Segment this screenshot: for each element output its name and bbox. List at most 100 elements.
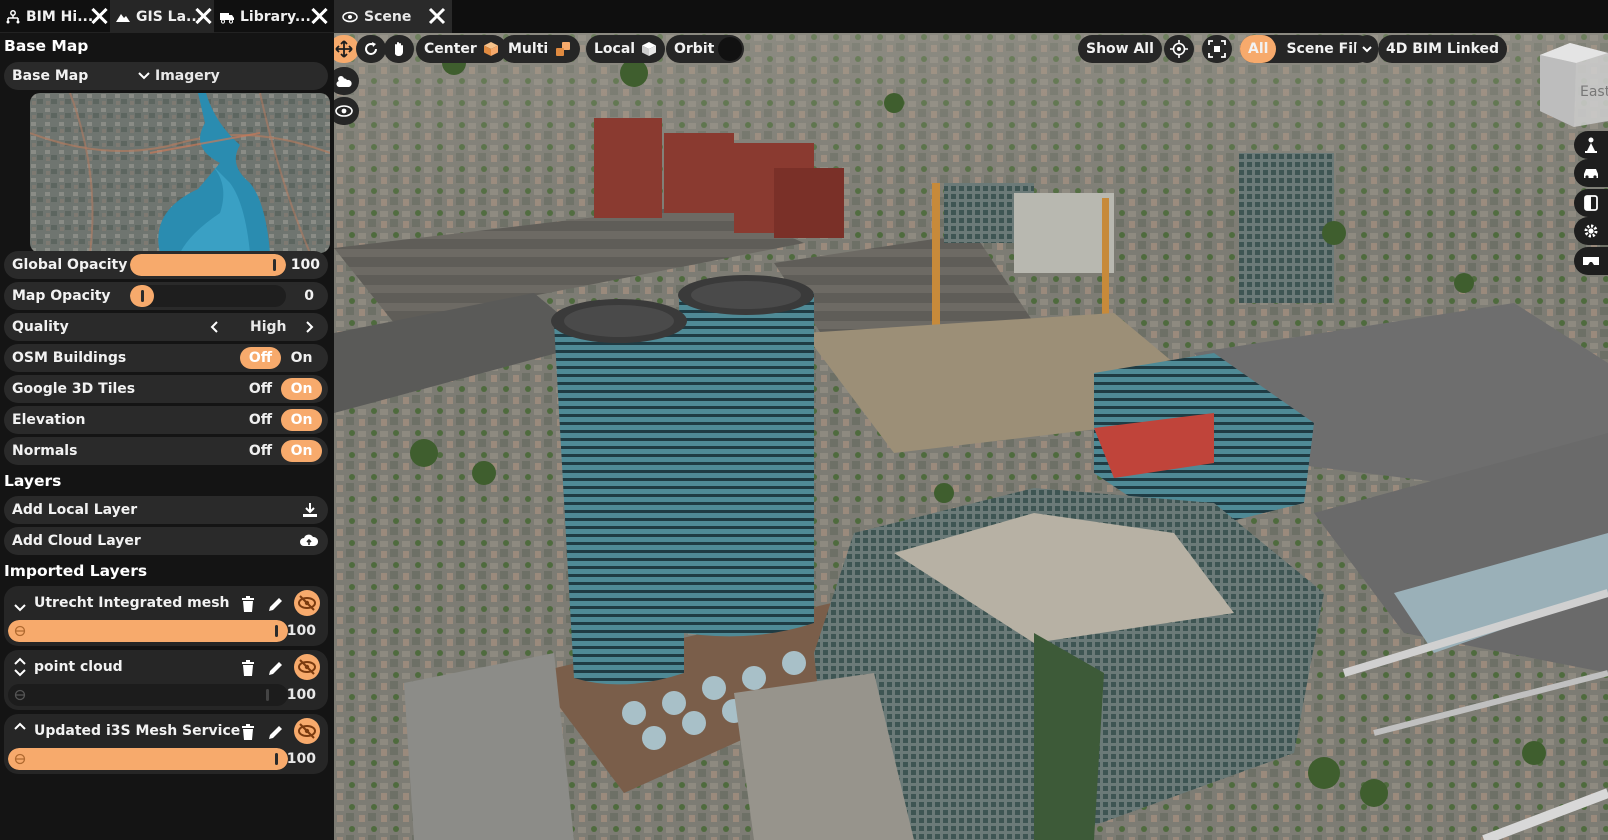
normals-toggle[interactable]: Off On [240, 440, 322, 462]
add-cloud-layer-button[interactable]: Add Cloud Layer [4, 527, 328, 555]
layer-opacity-value: 100 [286, 687, 316, 703]
toggle-off[interactable]: Off [240, 347, 281, 369]
map-opacity-label: Map Opacity [12, 288, 111, 304]
chevron-updown-icon[interactable] [12, 656, 28, 678]
slider-handle[interactable] [275, 753, 278, 765]
chevron-down-icon [138, 72, 150, 80]
slider-handle[interactable] [266, 689, 269, 701]
tab-library[interactable]: Library... [214, 0, 330, 33]
eye-off-icon [298, 595, 316, 611]
bim-linked-button[interactable]: 4D BIM Linked [1378, 35, 1508, 63]
global-opacity-slider[interactable] [130, 254, 286, 276]
close-icon[interactable] [194, 7, 212, 25]
chevron-up-icon[interactable] [12, 720, 28, 742]
multi-label: Multi [508, 41, 549, 57]
imported-layer-card: Updated i3S Mesh Service 100 [4, 714, 328, 774]
layers-title: Layers [4, 472, 62, 490]
quality-label: Quality [12, 319, 69, 335]
tab-label: BIM Hi... [26, 8, 94, 25]
tab-bim-hierarchy[interactable]: BIM Hi... [0, 0, 110, 33]
filter-all-button[interactable]: All [1240, 35, 1277, 63]
map-opacity-value: 0 [304, 288, 314, 304]
orbit-toggle[interactable]: Orbit [666, 35, 744, 63]
elevation-row: Elevation Off On [4, 406, 328, 434]
toggle-on[interactable]: On [281, 409, 322, 431]
layer-opacity-slider[interactable] [8, 684, 288, 706]
visibility-toggle[interactable] [294, 718, 320, 744]
hand-tool-button[interactable] [384, 35, 414, 63]
pedestrian-view-button[interactable] [1574, 131, 1608, 159]
visibility-toggle[interactable] [294, 590, 320, 616]
local-button[interactable]: Local [586, 35, 666, 63]
trash-icon[interactable] [238, 594, 258, 614]
multi-button[interactable]: Multi [500, 35, 581, 63]
trash-icon[interactable] [238, 722, 258, 742]
chevron-right-icon[interactable] [304, 321, 314, 333]
drive-mode-button[interactable] [1574, 159, 1608, 187]
toggle-off[interactable]: Off [240, 440, 281, 462]
base-map-title: Base Map [4, 37, 89, 55]
settings-button[interactable] [1574, 217, 1608, 245]
vr-mode-button[interactable] [1574, 247, 1608, 275]
visibility-toggle[interactable] [294, 654, 320, 680]
close-icon[interactable] [428, 7, 446, 25]
show-all-button[interactable]: Show All [1078, 35, 1162, 63]
scene-filter-dropdown[interactable] [1356, 35, 1378, 63]
slider-handle[interactable] [141, 290, 144, 302]
pencil-icon[interactable] [266, 722, 286, 742]
toggle-on[interactable]: On [281, 440, 322, 462]
google-3d-tiles-label: Google 3D Tiles [12, 381, 136, 397]
add-local-layer-button[interactable]: Add Local Layer [4, 496, 328, 524]
library-truck-icon [220, 12, 234, 24]
tab-scene[interactable]: Scene [334, 0, 452, 33]
fit-view-button[interactable] [1202, 35, 1232, 63]
add-local-layer-label: Add Local Layer [12, 502, 138, 518]
cloud-sun-icon [336, 76, 352, 87]
base-map-label: Base Map [12, 68, 89, 84]
scene-tabbar: Scene [334, 0, 1608, 33]
terrain-icon [116, 13, 130, 22]
locate-button[interactable] [1164, 35, 1194, 63]
scene-filter-group: All Scene Filter [1240, 35, 1381, 63]
base-map-preview[interactable] [30, 93, 330, 253]
close-icon[interactable] [90, 7, 108, 25]
section-view-button[interactable] [1574, 189, 1608, 217]
osm-buildings-label: OSM Buildings [12, 350, 127, 366]
pencil-icon[interactable] [266, 658, 286, 678]
elevation-toggle[interactable]: Off On [240, 409, 322, 431]
google-3d-tiles-row: Google 3D Tiles Off On [4, 375, 328, 403]
rotate-button[interactable] [356, 35, 386, 63]
tab-gis-layers[interactable]: GIS La... [110, 0, 214, 33]
orbit-switch-knob[interactable] [718, 37, 742, 61]
chevron-down-icon [1362, 46, 1372, 53]
toggle-off[interactable]: Off [240, 409, 281, 431]
scene-3d-render[interactable] [334, 33, 1608, 840]
map-opacity-slider[interactable] [130, 285, 286, 307]
toggle-on[interactable]: On [281, 378, 322, 400]
normals-label: Normals [12, 443, 78, 459]
chevron-left-icon[interactable] [210, 321, 220, 333]
toggle-on[interactable]: On [281, 347, 322, 369]
scene-viewport[interactable]: Center Multi Local Orbit Show All All Sc… [334, 33, 1608, 840]
slider-fill [8, 748, 288, 770]
pencil-icon[interactable] [266, 594, 286, 614]
google-3d-tiles-toggle[interactable]: Off On [240, 378, 322, 400]
nav-cube-face-label: East [1580, 84, 1608, 100]
slider-handle[interactable] [273, 259, 276, 271]
panel-tabbar: BIM Hi... GIS La... Library... [0, 0, 334, 33]
close-icon[interactable] [310, 7, 328, 25]
layer-name: Utrecht Integrated mesh [34, 595, 230, 611]
layer-opacity-slider[interactable] [8, 620, 288, 642]
layer-opacity-slider[interactable] [8, 748, 288, 770]
toggle-off[interactable]: Off [240, 378, 281, 400]
slider-handle[interactable] [275, 625, 278, 637]
center-button[interactable]: Center [416, 35, 507, 63]
download-icon [303, 503, 317, 517]
trash-icon[interactable] [238, 658, 258, 678]
osm-buildings-toggle[interactable]: Off On [240, 347, 322, 369]
gear-icon [1584, 224, 1598, 238]
global-opacity-row: Global Opacity 100 [4, 251, 328, 279]
navigation-cube[interactable]: East [1530, 41, 1608, 127]
base-map-select[interactable]: Base Map Imagery [4, 62, 328, 90]
chevron-down-icon[interactable] [12, 592, 28, 614]
